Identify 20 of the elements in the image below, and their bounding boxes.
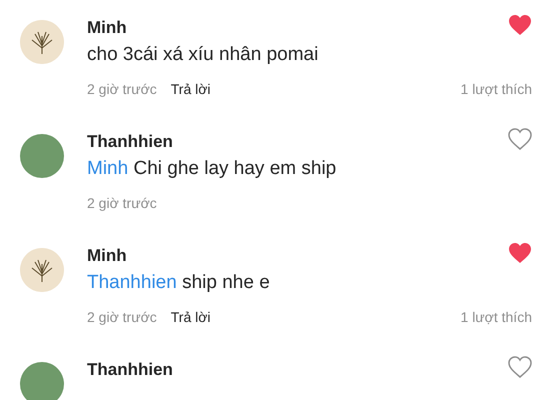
mention-link[interactable]: Minh — [87, 158, 128, 179]
username[interactable]: Thanhhien — [87, 132, 173, 152]
avatar[interactable] — [20, 20, 64, 64]
timestamp: 2 giờ trước — [87, 308, 157, 326]
comment-text: Minh Chi ghe lay hay em ship — [87, 157, 338, 181]
mention-link[interactable]: Thanhhien — [87, 272, 177, 293]
username[interactable]: Thanhhien — [87, 360, 173, 380]
comment-text: Thanhhien ship nhe e — [87, 271, 271, 295]
comment-text: cho 3cái xá xíu nhân pomai — [87, 43, 320, 67]
heart-icon[interactable] — [508, 242, 532, 264]
heart-icon[interactable] — [508, 356, 532, 378]
reply-button[interactable]: Trả lời — [170, 308, 211, 326]
username[interactable]: Minh — [87, 18, 127, 38]
reply-button[interactable]: Trả lời — [170, 80, 211, 98]
username[interactable]: Minh — [87, 246, 127, 266]
timestamp: 2 giờ trước — [87, 194, 157, 212]
heart-icon[interactable] — [508, 128, 532, 150]
avatar[interactable] — [20, 248, 64, 292]
timestamp: 2 giờ trước — [87, 80, 157, 98]
heart-icon[interactable] — [508, 14, 532, 36]
